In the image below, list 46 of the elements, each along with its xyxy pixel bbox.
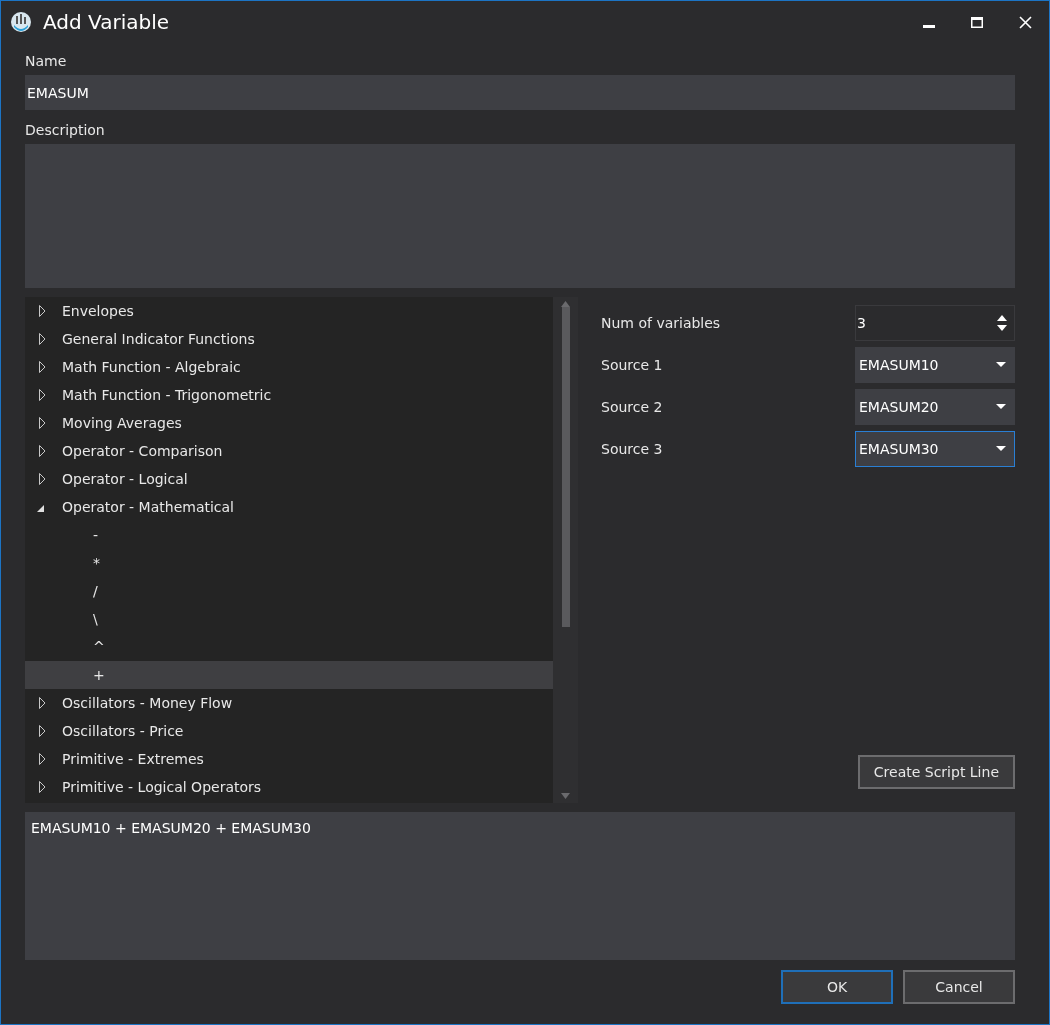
close-icon (1018, 15, 1032, 29)
ok-button[interactable]: OK (781, 970, 893, 1004)
minimize-icon (923, 25, 935, 28)
cancel-button[interactable]: Cancel (903, 970, 1015, 1004)
spin-down-icon[interactable] (997, 325, 1007, 331)
source-label: Source 1 (601, 357, 663, 373)
tree-item[interactable]: Moving Averages (25, 409, 553, 437)
source-label: Source 2 (601, 399, 663, 415)
name-label: Name (25, 53, 68, 69)
scroll-down-icon[interactable] (561, 793, 570, 799)
tree-item[interactable]: ^ (25, 633, 553, 661)
script-field[interactable]: EMASUM10 + EMASUM20 + EMASUM30 (25, 812, 1015, 960)
create-script-line-button[interactable]: Create Script Line (857, 755, 1015, 789)
caret-icon (996, 362, 1006, 368)
tree-item[interactable]: Primitive - Extremes (25, 745, 553, 773)
source-dropdown[interactable]: EMASUM30 (855, 431, 1015, 467)
tree-item[interactable]: Envelopes (25, 297, 553, 325)
scrollbar[interactable] (553, 297, 578, 803)
tree-item[interactable]: + (25, 661, 553, 689)
tree-item[interactable]: Operator - Logical (25, 465, 553, 493)
tree-item[interactable]: - (25, 521, 553, 549)
tree-item[interactable]: Math Function - Algebraic (25, 353, 553, 381)
caret-icon (996, 446, 1006, 452)
source-dropdown[interactable]: EMASUM10 (855, 347, 1015, 383)
source-dropdown[interactable]: EMASUM20 (855, 389, 1015, 425)
tree-item[interactable]: Primitive - Logical Operators (25, 773, 553, 801)
tree-item[interactable]: Operator - Comparison (25, 437, 553, 465)
description-label: Description (25, 122, 106, 138)
num-of-variables-label: Num of variables (601, 315, 721, 331)
spin-up-icon[interactable] (997, 315, 1007, 321)
tree-item[interactable]: Oscillators - Price (25, 717, 553, 745)
name-field[interactable]: EMASUM (25, 75, 1015, 110)
tree-item[interactable]: * (25, 549, 553, 577)
tree-item[interactable]: Oscillators - Money Flow (25, 689, 553, 717)
tree-item[interactable]: General Indicator Functions (25, 325, 553, 353)
app-logo-icon (9, 11, 33, 33)
scrollbar-thumb[interactable] (561, 307, 570, 627)
window-title: Add Variable (43, 10, 171, 34)
tree-item[interactable]: \ (25, 605, 553, 633)
tree-item[interactable]: Operator - Mathematical (25, 493, 553, 521)
num-of-variables-spinner[interactable]: 3 (855, 305, 1015, 341)
source-label: Source 3 (601, 441, 663, 457)
tree-item[interactable]: / (25, 577, 553, 605)
caret-icon (996, 404, 1006, 410)
maximize-icon (971, 16, 983, 28)
tree-item[interactable]: Math Function - Trigonometric (25, 381, 553, 409)
